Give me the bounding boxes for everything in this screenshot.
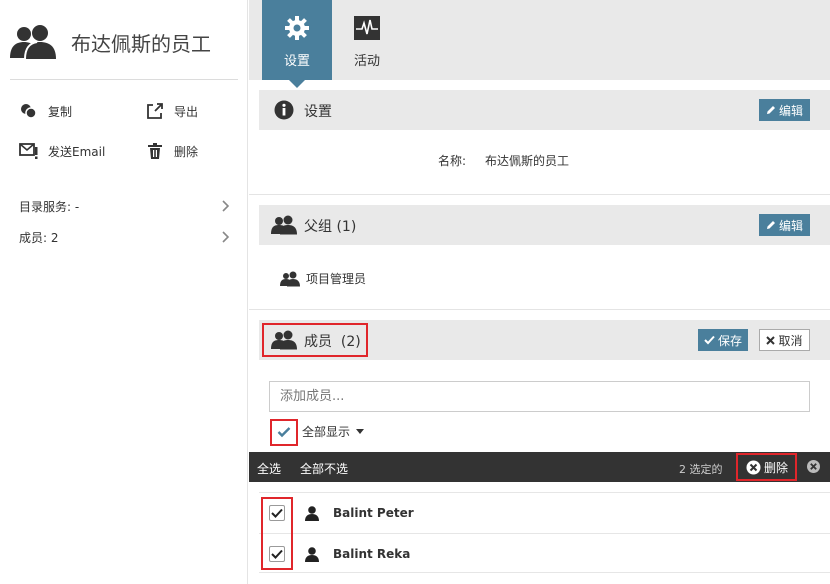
name-label: 名称: — [438, 154, 467, 168]
copy-action[interactable]: 复制 — [19, 101, 72, 121]
pencil-icon — [766, 106, 775, 114]
select-none-button[interactable]: 全部不选 — [300, 460, 348, 477]
user-icon — [305, 547, 319, 562]
export-icon — [145, 102, 165, 120]
group-icon — [280, 271, 300, 286]
member-name: Balint Reka — [333, 547, 411, 561]
settings-edit-label: 编辑 — [778, 103, 803, 118]
add-member-input[interactable] — [269, 381, 810, 412]
sidebar-title: 布达佩斯的员工 — [71, 32, 211, 56]
save-label: 保存 — [717, 333, 742, 348]
trash-icon — [145, 142, 165, 160]
members-title-text: 成员 — [304, 334, 332, 350]
tab-settings-label: 设置 — [283, 54, 310, 69]
show-all-dropdown[interactable]: 全部显示 — [276, 423, 365, 440]
checkmark-icon — [271, 508, 283, 518]
select-all-button[interactable]: 全选 — [257, 460, 281, 477]
cancel-button[interactable]: 取消 — [759, 329, 810, 351]
delete-selected-button[interactable]: 删除 — [746, 456, 788, 478]
settings-section-title: 设置 — [304, 104, 332, 120]
parent-edit-button[interactable]: 编辑 — [759, 214, 810, 236]
members-title-count: (2) — [340, 334, 361, 350]
info-icon — [271, 100, 297, 120]
parent-group-name: 项目管理员 — [306, 272, 367, 286]
pencil-icon — [766, 221, 775, 229]
member-checkbox[interactable] — [269, 546, 285, 562]
section-divider — [249, 309, 830, 310]
chevron-right-icon — [222, 200, 230, 212]
show-all-label: 全部显示 — [302, 425, 351, 439]
delete-label: 删除 — [174, 144, 199, 159]
export-action[interactable]: 导出 — [145, 101, 198, 121]
active-tab-caret — [289, 80, 305, 88]
copy-icon — [19, 102, 39, 120]
parent-group-item[interactable]: 项目管理员 — [280, 270, 366, 287]
sidebar-header: 布达佩斯的员工 — [10, 20, 238, 80]
settings-section-header: 设置 编辑 — [259, 90, 830, 130]
member-row[interactable]: Balint Reka — [259, 533, 830, 573]
member-row[interactable]: Balint Peter — [259, 492, 830, 532]
sidebar: 布达佩斯的员工 复制 导出 发送Email 删除 目录服务: - 成员: 2 — [0, 0, 248, 584]
email-icon — [19, 142, 39, 160]
tab-activity[interactable]: 活动 — [332, 0, 402, 80]
section-divider — [249, 194, 830, 195]
chevron-right-icon — [222, 231, 230, 243]
show-all-checkbox[interactable] — [276, 424, 292, 440]
name-value: 布达佩斯的员工 — [485, 154, 570, 168]
tab-activity-label: 活动 — [353, 54, 380, 69]
close-icon[interactable] — [806, 459, 821, 474]
selected-count: 2 选定的 — [679, 463, 723, 476]
member-checkbox[interactable] — [269, 505, 285, 521]
settings-edit-button[interactable]: 编辑 — [759, 99, 810, 121]
user-icon — [305, 506, 319, 521]
send-email-label: 发送Email — [48, 144, 106, 159]
group-icon — [271, 330, 297, 350]
directory-service-row[interactable]: 目录服务: - — [19, 196, 231, 216]
export-label: 导出 — [174, 104, 199, 119]
members-toolbar: 全选 全部不选 2 选定的 删除 — [249, 452, 830, 482]
members-section-title: 成员 (2) — [304, 331, 361, 351]
checkmark-icon — [704, 335, 715, 345]
delete-action[interactable]: 删除 — [145, 141, 198, 161]
checkmark-icon — [277, 426, 291, 437]
remove-circle-icon — [746, 460, 761, 474]
tab-settings[interactable]: 设置 — [262, 0, 332, 80]
checkmark-icon — [271, 549, 283, 559]
members-row[interactable]: 成员: 2 — [19, 227, 231, 247]
cancel-label: 取消 — [778, 333, 803, 348]
send-email-action[interactable]: 发送Email — [19, 141, 105, 161]
gear-icon — [283, 14, 311, 42]
parent-section-header: 父组 (1) 编辑 — [259, 205, 830, 245]
copy-label: 复制 — [48, 104, 73, 119]
save-button[interactable]: 保存 — [698, 329, 748, 351]
activity-icon — [353, 14, 381, 42]
parent-edit-label: 编辑 — [778, 218, 803, 233]
directory-service-label: 目录服务: - — [19, 199, 80, 214]
caret-down-icon — [356, 429, 365, 434]
members-section-header: 成员 (2) 保存 取消 — [259, 320, 830, 360]
group-icon — [10, 25, 56, 60]
tab-bar: 设置 活动 — [249, 0, 830, 88]
close-icon — [766, 335, 776, 345]
member-name: Balint Peter — [333, 506, 414, 520]
delete-selected-label: 删除 — [764, 460, 789, 475]
parent-section-title: 父组 (1) — [304, 219, 357, 235]
group-icon — [271, 215, 297, 235]
members-count-label: 成员: 2 — [19, 230, 59, 245]
